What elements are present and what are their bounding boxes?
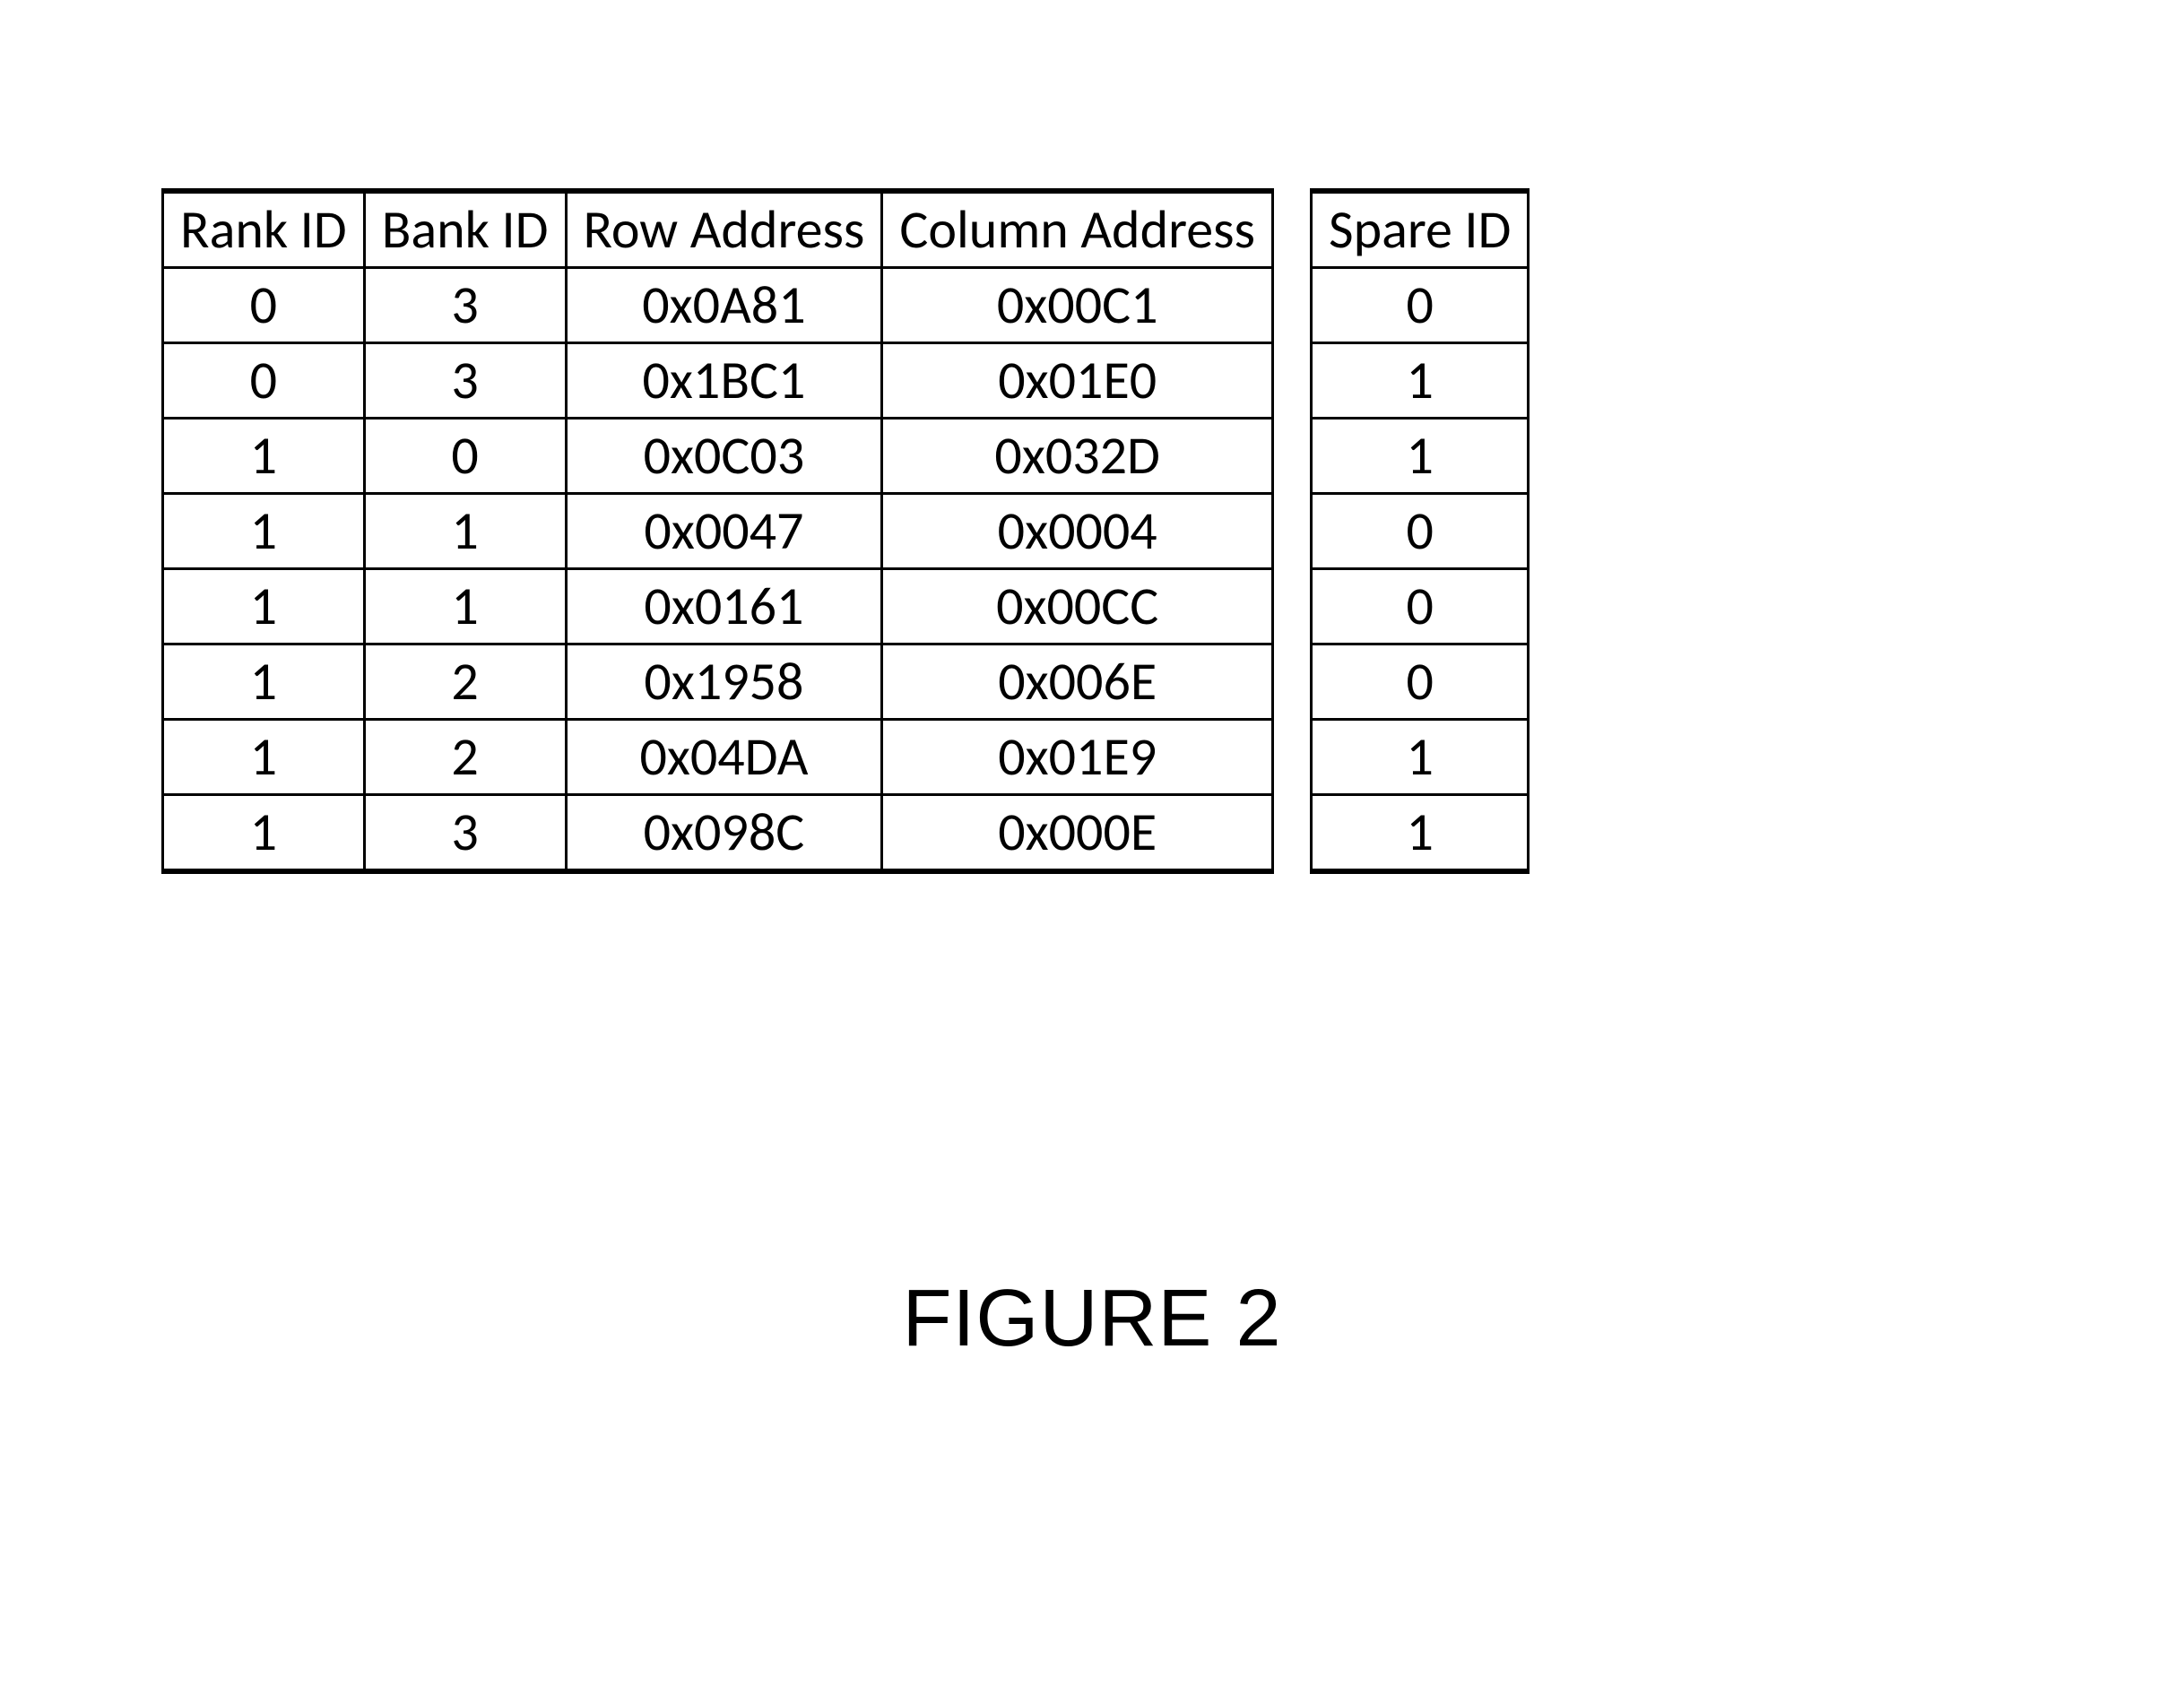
tables-wrap: Rank ID Bank ID Row Address Column Addre… [161, 188, 1530, 874]
table-row: 1 1 0x0161 0x00CC [163, 569, 1273, 644]
col-header-spare-id: Spare ID [1312, 191, 1529, 268]
cell-spare-id: 0 [1312, 268, 1529, 343]
header-row: Rank ID Bank ID Row Address Column Addre… [163, 191, 1273, 268]
table-row: 0 3 0x0A81 0x00C1 [163, 268, 1273, 343]
cell-bank-id: 2 [364, 644, 566, 720]
table-row: 1 [1312, 343, 1529, 419]
table-row: 1 [1312, 795, 1529, 872]
cell-row-address: 0x0A81 [566, 268, 882, 343]
cell-column-address: 0x000E [882, 795, 1273, 872]
cell-column-address: 0x01E9 [882, 720, 1273, 795]
cell-spare-id: 0 [1312, 644, 1529, 720]
table-row: 0 [1312, 268, 1529, 343]
cell-row-address: 0x0047 [566, 494, 882, 569]
table-row: 1 [1312, 419, 1529, 494]
cell-column-address: 0x0004 [882, 494, 1273, 569]
cell-row-address: 0x0161 [566, 569, 882, 644]
cell-row-address: 0x1958 [566, 644, 882, 720]
cell-rank-id: 0 [163, 268, 365, 343]
cell-bank-id: 3 [364, 268, 566, 343]
cell-rank-id: 1 [163, 419, 365, 494]
cell-bank-id: 1 [364, 494, 566, 569]
cell-rank-id: 1 [163, 795, 365, 872]
cell-column-address: 0x01E0 [882, 343, 1273, 419]
cell-column-address: 0x006E [882, 644, 1273, 720]
page: Rank ID Bank ID Row Address Column Addre… [0, 0, 2184, 1704]
cell-rank-id: 1 [163, 644, 365, 720]
cell-spare-id: 0 [1312, 569, 1529, 644]
cell-bank-id: 3 [364, 343, 566, 419]
table-row: 0 [1312, 644, 1529, 720]
table-row: 0 3 0x1BC1 0x01E0 [163, 343, 1273, 419]
cell-rank-id: 0 [163, 343, 365, 419]
cell-spare-id: 1 [1312, 343, 1529, 419]
cell-rank-id: 1 [163, 569, 365, 644]
col-header-column-address: Column Address [882, 191, 1273, 268]
col-header-rank-id: Rank ID [163, 191, 365, 268]
table-row: 1 2 0x1958 0x006E [163, 644, 1273, 720]
header-row: Spare ID [1312, 191, 1529, 268]
cell-bank-id: 2 [364, 720, 566, 795]
table-row: 1 1 0x0047 0x0004 [163, 494, 1273, 569]
figure-caption: FIGURE 2 [0, 1273, 2184, 1365]
table-row: 1 [1312, 720, 1529, 795]
cell-bank-id: 3 [364, 795, 566, 872]
cell-bank-id: 0 [364, 419, 566, 494]
cell-rank-id: 1 [163, 494, 365, 569]
cell-row-address: 0x04DA [566, 720, 882, 795]
cell-spare-id: 0 [1312, 494, 1529, 569]
cell-row-address: 0x1BC1 [566, 343, 882, 419]
col-header-bank-id: Bank ID [364, 191, 566, 268]
col-header-row-address: Row Address [566, 191, 882, 268]
cell-spare-id: 1 [1312, 795, 1529, 872]
table-row: 0 [1312, 494, 1529, 569]
table-row: 0 [1312, 569, 1529, 644]
cell-column-address: 0x032D [882, 419, 1273, 494]
cell-row-address: 0x098C [566, 795, 882, 872]
table-row: 1 0 0x0C03 0x032D [163, 419, 1273, 494]
cell-rank-id: 1 [163, 720, 365, 795]
cell-spare-id: 1 [1312, 720, 1529, 795]
cell-row-address: 0x0C03 [566, 419, 882, 494]
cell-column-address: 0x00CC [882, 569, 1273, 644]
cell-spare-id: 1 [1312, 419, 1529, 494]
cell-column-address: 0x00C1 [882, 268, 1273, 343]
table-row: 1 2 0x04DA 0x01E9 [163, 720, 1273, 795]
address-table: Rank ID Bank ID Row Address Column Addre… [161, 188, 1274, 874]
cell-bank-id: 1 [364, 569, 566, 644]
table-row: 1 3 0x098C 0x000E [163, 795, 1273, 872]
spare-id-table: Spare ID 0 1 1 0 0 0 1 1 [1310, 188, 1530, 874]
